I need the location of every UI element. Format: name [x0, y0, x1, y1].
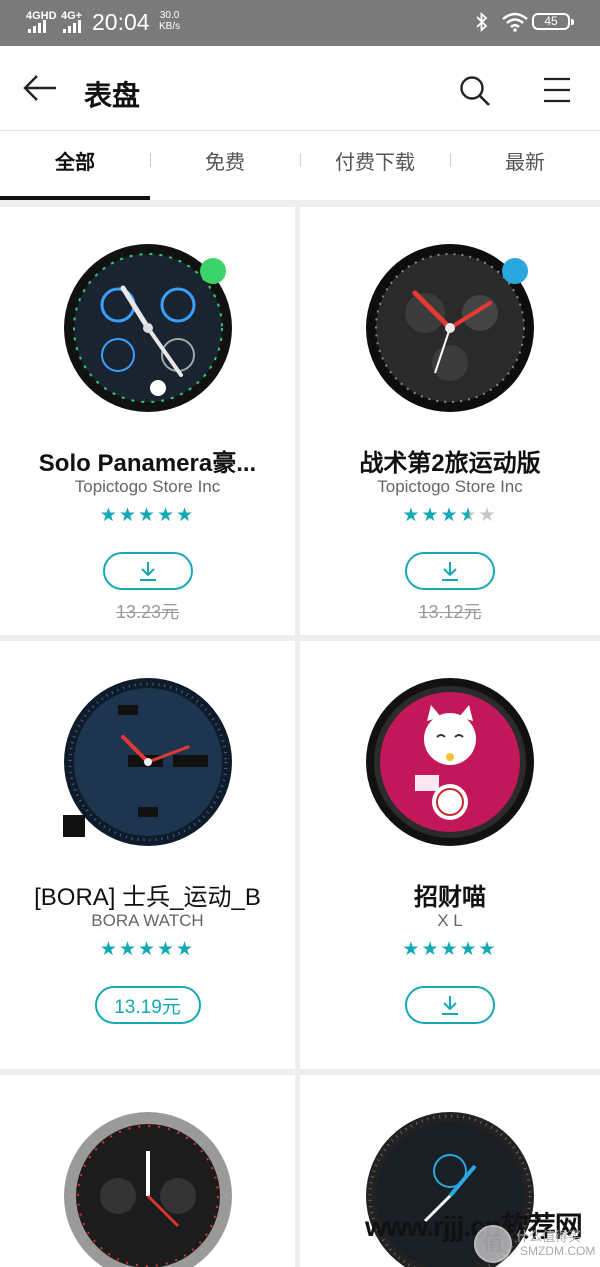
- card-title: Solo Panamera豪...: [38, 450, 257, 477]
- search-icon[interactable]: [458, 74, 492, 108]
- arrow-left-icon[interactable]: [22, 73, 58, 103]
- watchface-thumbnail: [63, 244, 232, 412]
- tab-all[interactable]: 全部: [0, 131, 150, 200]
- watchface-thumbnail: [63, 1112, 232, 1267]
- signal-icon-1: [28, 20, 46, 33]
- download-icon: [442, 996, 458, 1015]
- card-developer: Topictogo Store Inc: [377, 477, 523, 496]
- speed-value: 30.0: [159, 10, 180, 21]
- card-title: 战术第2旅运动版: [359, 450, 541, 477]
- download-icon: [442, 562, 458, 581]
- wifi-icon: [502, 12, 528, 32]
- watchface-card-lucky-cat[interactable]: 招财喵 X L ★★★★★: [300, 641, 600, 1069]
- buy-button[interactable]: 13.19元: [94, 986, 201, 1024]
- card-developer: Topictogo Store Inc: [74, 477, 221, 496]
- menu-icon[interactable]: [542, 75, 572, 105]
- original-price: 13.23元: [115, 602, 180, 622]
- card-title: [BORA] 士兵_运动_B: [34, 884, 261, 911]
- battery-indicator: 45: [532, 13, 574, 30]
- card-title: 招财喵: [414, 884, 486, 911]
- download-button[interactable]: [405, 986, 495, 1024]
- card-developer: BORA WATCH: [91, 911, 204, 930]
- watchface-card-bora[interactable]: [BORA] 士兵_运动_B BORA WATCH ★★★★★ 13.19元: [0, 641, 295, 1069]
- tab-newest[interactable]: 最新: [450, 131, 600, 200]
- rating-stars: ★★★★★: [99, 505, 196, 526]
- original-price: 13.12元: [418, 602, 482, 622]
- rating-stars: ★★★★★: [402, 939, 498, 960]
- watchface-card-tactical[interactable]: 战术第2旅运动版 Topictogo Store Inc ★★★★★ 13.12…: [300, 207, 600, 635]
- speed-unit: KB/s: [159, 21, 181, 32]
- page-title: 表盘: [84, 80, 141, 111]
- status-bar: 4GHD 4G+ 20:04 30.0 KB/s 45: [0, 0, 600, 46]
- bluetooth-icon: [476, 11, 488, 33]
- rating-stars: ★★★★★: [99, 939, 196, 960]
- card-developer: X L: [437, 911, 463, 930]
- watchface-card-5[interactable]: [0, 1075, 295, 1267]
- watermark-site-url: SMZDM.COM: [520, 1244, 596, 1258]
- tab-paid[interactable]: 付费下载: [300, 131, 450, 200]
- watchface-card-solo-panamera[interactable]: Solo Panamera豪... Topictogo Store Inc ★★…: [0, 207, 295, 635]
- rating-stars: ★★★★★: [402, 505, 498, 526]
- network-speed: 30.0 KB/s: [159, 10, 180, 32]
- tab-bar: 全部 免费 付费下载 最新: [0, 131, 600, 200]
- watermark-site-name: 什么值得买: [516, 1229, 582, 1244]
- download-icon: [139, 562, 156, 581]
- watermark-logo: 值: [474, 1225, 512, 1263]
- download-button[interactable]: [405, 552, 495, 590]
- signal-icon-2: [63, 20, 81, 33]
- watchface-thumbnail: [62, 678, 232, 846]
- watchface-thumbnail: [366, 244, 534, 412]
- tab-free[interactable]: 免费: [150, 131, 300, 200]
- download-button[interactable]: [102, 552, 193, 590]
- app-bar: 表盘: [0, 46, 600, 131]
- watchface-thumbnail: [366, 678, 534, 846]
- clock: 20:04: [92, 9, 150, 35]
